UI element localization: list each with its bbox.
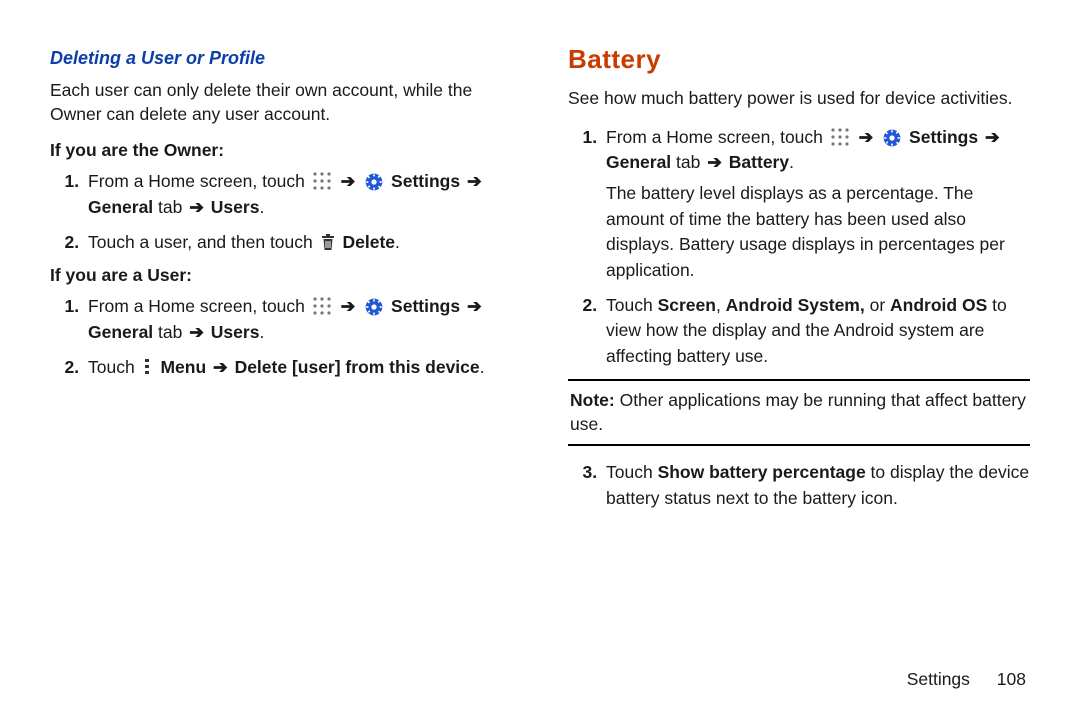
general-label: General	[88, 197, 153, 217]
note-body: Other applications may be running that a…	[570, 390, 1026, 434]
arrow-icon: ➔	[187, 197, 206, 217]
note-box: Note: Other applications may be running …	[568, 379, 1030, 446]
arrow-icon: ➔	[465, 171, 484, 191]
section-heading: Battery	[568, 44, 1030, 75]
step-text: Touch	[606, 462, 658, 482]
settings-label: Settings	[909, 127, 978, 147]
apps-icon	[312, 296, 332, 316]
settings-label: Settings	[391, 171, 460, 191]
menu-dots-icon	[142, 358, 152, 376]
owner-subhead: If you are the Owner:	[50, 140, 512, 161]
step-text: From a Home screen, touch	[88, 171, 310, 191]
arrow-icon: ➔	[187, 322, 206, 342]
owner-step-1: From a Home screen, touch ➔ Settings ➔	[84, 169, 512, 220]
subsection-heading: Deleting a User or Profile	[50, 48, 512, 69]
arrow-icon: ➔	[339, 171, 358, 191]
intro-text: See how much battery power is used for d…	[568, 87, 1030, 111]
battery-label: Battery	[729, 152, 789, 172]
intro-text: Each user can only delete their own acco…	[50, 79, 512, 126]
step-desc: The battery level displays as a percenta…	[606, 183, 1005, 279]
battery-step-2: Touch Screen, Android System, or Android…	[602, 293, 1030, 369]
user-subhead: If you are a User:	[50, 265, 512, 286]
arrow-icon: ➔	[465, 296, 484, 316]
delete-user-label: Delete [user] from this device	[235, 357, 480, 377]
step-text: From a Home screen, touch	[606, 127, 828, 147]
left-column: Deleting a User or Profile Each user can…	[50, 40, 512, 521]
step-text: From a Home screen, touch	[88, 296, 310, 316]
battery-step-1: From a Home screen, touch ➔ Settings ➔	[602, 125, 1030, 283]
settings-gear-icon	[364, 172, 384, 192]
arrow-icon: ➔	[339, 296, 358, 316]
footer-section: Settings	[907, 669, 970, 689]
tab-word: tab	[671, 152, 705, 172]
users-label: Users	[211, 197, 260, 217]
settings-label: Settings	[391, 296, 460, 316]
users-label: Users	[211, 322, 260, 342]
general-label: General	[606, 152, 671, 172]
apps-icon	[312, 171, 332, 191]
user-steps: From a Home screen, touch ➔ Settings ➔	[50, 294, 512, 380]
step-text: Touch a user, and then touch	[88, 232, 318, 252]
show-battery-label: Show battery percentage	[658, 462, 866, 482]
step-text: or	[865, 295, 890, 315]
right-column: Battery See how much battery power is us…	[568, 40, 1030, 521]
step-text: Touch	[88, 357, 140, 377]
settings-gear-icon	[364, 297, 384, 317]
arrow-icon: ➔	[983, 127, 1002, 147]
settings-gear-icon	[882, 128, 902, 148]
user-step-1: From a Home screen, touch ➔ Settings ➔	[84, 294, 512, 345]
owner-steps: From a Home screen, touch ➔ Settings ➔	[50, 169, 512, 255]
arrow-icon: ➔	[705, 152, 724, 172]
android-system-label: Android System,	[726, 295, 865, 315]
tab-word: tab	[153, 322, 187, 342]
trash-icon	[320, 233, 336, 251]
arrow-icon: ➔	[857, 127, 876, 147]
battery-steps-cont: Touch Show battery percentage to display…	[568, 460, 1030, 511]
arrow-icon: ➔	[211, 357, 230, 377]
footer-page-number: 108	[997, 669, 1026, 689]
android-os-label: Android OS	[890, 295, 987, 315]
apps-icon	[830, 127, 850, 147]
user-step-2: Touch Menu ➔ Delete [user] from this dev…	[84, 355, 512, 380]
battery-step-3: Touch Show battery percentage to display…	[602, 460, 1030, 511]
general-label: General	[88, 322, 153, 342]
page-footer: Settings 108	[907, 669, 1026, 690]
two-column-layout: Deleting a User or Profile Each user can…	[50, 40, 1030, 521]
step-text: Touch	[606, 295, 658, 315]
battery-steps: From a Home screen, touch ➔ Settings ➔	[568, 125, 1030, 369]
step-text: ,	[716, 295, 726, 315]
manual-page: Deleting a User or Profile Each user can…	[0, 0, 1080, 720]
tab-word: tab	[153, 197, 187, 217]
owner-step-2: Touch a user, and then touch Delete.	[84, 230, 512, 255]
screen-label: Screen	[658, 295, 716, 315]
note-label: Note:	[570, 390, 615, 410]
menu-label: Menu	[160, 357, 206, 377]
delete-label: Delete	[343, 232, 396, 252]
